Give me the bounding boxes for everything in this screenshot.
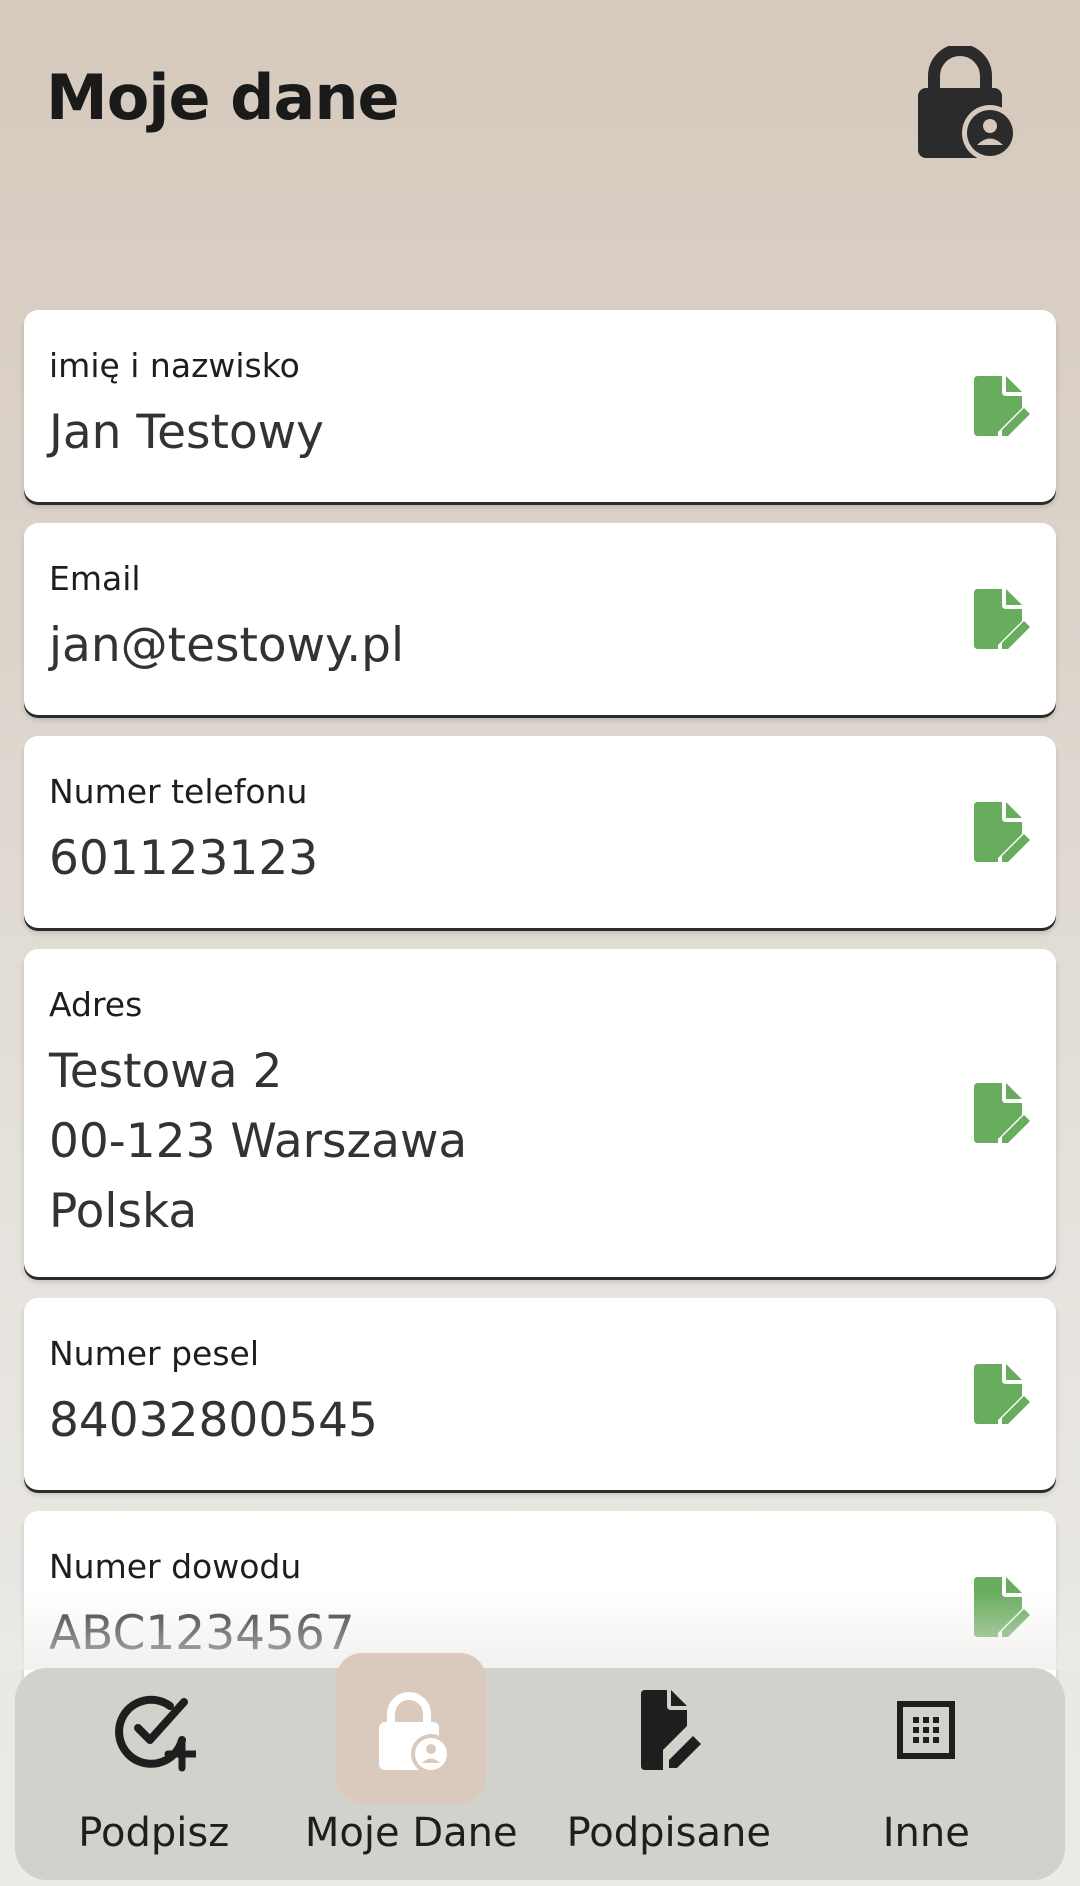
edit-document-icon[interactable] [972, 800, 1032, 864]
grid-dots-icon [897, 1701, 956, 1759]
field-card-email: Email jan@testowy.pl [24, 523, 1056, 715]
field-label: Numer telefonu [49, 772, 308, 811]
edit-document-icon[interactable] [972, 1081, 1032, 1145]
nav-label: Podpisz [78, 1810, 230, 1856]
bottom-navigation: Podpisz Moje Dane Podpisane Inne [15, 1653, 1065, 1880]
field-card-name: imię i nazwisko Jan Testowy [24, 310, 1056, 502]
field-label: Adres [49, 985, 143, 1024]
field-card-address: Adres Testowa 2 00-123 Warszawa Polska [24, 949, 1056, 1277]
edit-document-icon[interactable] [972, 587, 1032, 651]
field-value: jan@testowy.pl [49, 618, 405, 673]
header: Moje dane [0, 0, 1080, 300]
edit-document-icon[interactable] [972, 1575, 1032, 1639]
lock-user-icon [379, 1692, 452, 1772]
nav-item-inne[interactable]: Inne [801, 1668, 1051, 1880]
nav-item-podpisane[interactable]: Podpisane [544, 1668, 794, 1880]
nav-label: Moje Dane [304, 1810, 518, 1856]
edit-document-icon[interactable] [972, 1362, 1032, 1426]
field-card-pesel: Numer pesel 84032800545 [24, 1298, 1056, 1490]
nav-label: Inne [882, 1810, 970, 1856]
field-value: 601123123 [49, 831, 319, 886]
profile-fields: imię i nazwisko Jan Testowy Email jan@te… [24, 310, 1056, 1724]
field-label: imię i nazwisko [49, 346, 300, 385]
field-label: Numer pesel [49, 1334, 260, 1373]
nav-item-podpisz[interactable]: Podpisz [29, 1668, 279, 1880]
field-value: Testowa 2 00-123 Warszawa Polska [49, 1044, 468, 1239]
field-card-phone: Numer telefonu 601123123 [24, 736, 1056, 928]
page-title: Moje dane [46, 61, 400, 134]
field-value: 84032800545 [49, 1393, 378, 1448]
document-edit-icon [640, 1690, 701, 1770]
field-label: Email [49, 559, 141, 598]
field-value: Jan Testowy [49, 405, 324, 460]
edit-document-icon[interactable] [972, 374, 1032, 438]
nav-label: Podpisane [566, 1810, 771, 1856]
nav-item-moje-dane[interactable]: Moje Dane [286, 1653, 536, 1880]
field-label: Numer dowodu [49, 1547, 302, 1586]
check-circle-plus-icon [114, 1695, 196, 1772]
lock-user-icon [918, 46, 1018, 158]
